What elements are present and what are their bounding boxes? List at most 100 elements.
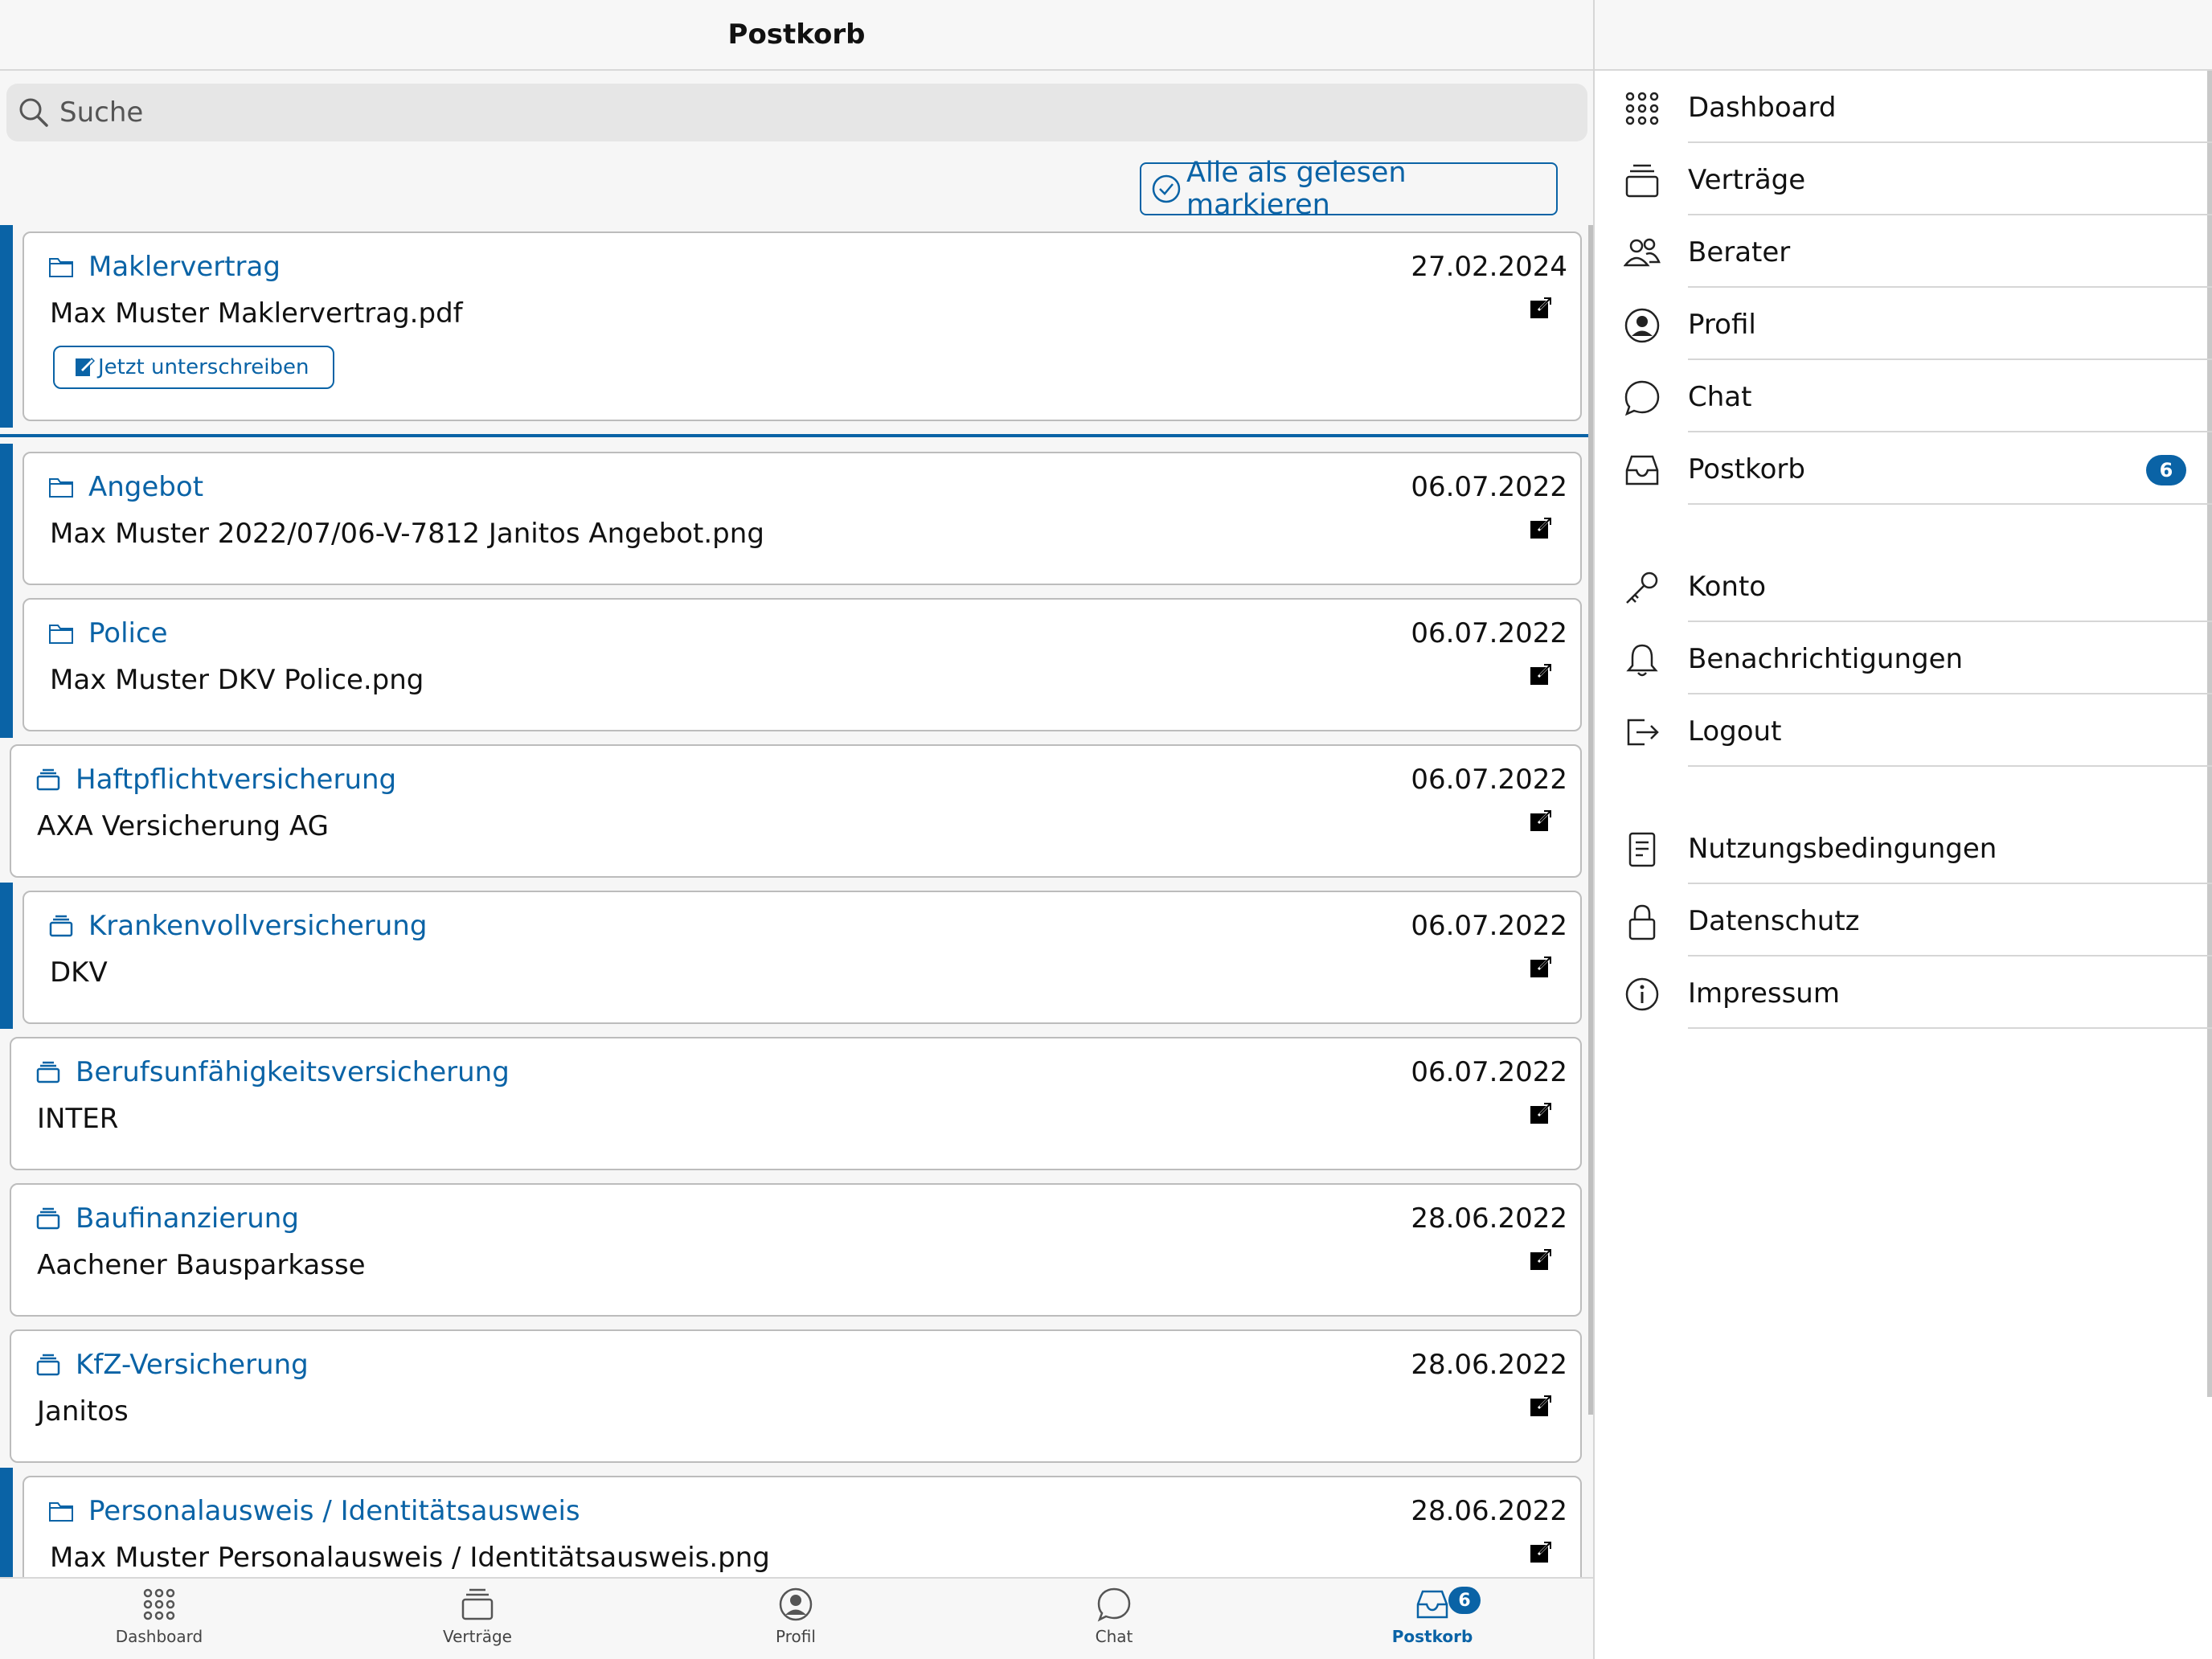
mark-all-read-button[interactable]: Alle als gelesen markieren [1140, 157, 1558, 221]
message-card[interactable]: Maklervertrag Max Muster Maklervertrag.p… [23, 231, 1582, 421]
message-category: Angebot [88, 471, 204, 503]
menu-item-nutzungsbedingungen[interactable]: Nutzungsbedingungen [1595, 812, 2212, 884]
contract-stack-icon [49, 915, 73, 937]
menu-item-chat[interactable]: Chat [1595, 360, 2212, 432]
message-card[interactable]: Police Max Muster DKV Police.png 06.07.2… [23, 598, 1582, 731]
inbox-icon [1416, 1590, 1448, 1619]
menu-item-logout[interactable]: Logout [1595, 694, 2212, 767]
message-subtitle: Max Muster Maklervertrag.pdf [50, 297, 463, 330]
unread-indicator [0, 883, 13, 1029]
chat-icon [1097, 1587, 1131, 1622]
grid-icon [1625, 92, 1659, 125]
message-category: Police [88, 617, 168, 649]
external-link-icon[interactable] [1529, 809, 1553, 833]
menu-item-berater[interactable]: Berater [1595, 215, 2212, 288]
menu-label: Profil [1688, 309, 1756, 341]
external-link-icon[interactable] [1529, 955, 1553, 979]
menu-label: Nutzungsbedingungen [1688, 833, 1997, 865]
unread-count-badge: 6 [2146, 455, 2186, 485]
bottom-tab-bar: Dashboard Verträge Profil Chat 6 Postkor… [0, 1577, 1593, 1659]
check-circle-icon [1152, 174, 1181, 203]
tab-badge: 6 [1448, 1587, 1481, 1614]
message-date: 06.07.2022 [1411, 1056, 1567, 1088]
menu-item-profil[interactable]: Profil [1595, 288, 2212, 360]
tab-postkorb[interactable]: 6 Postkorb [1273, 1587, 1591, 1659]
sign-now-button[interactable]: Jetzt unterschreiben [53, 346, 334, 389]
tab-chat[interactable]: Chat [955, 1587, 1273, 1659]
message-list: Maklervertrag Max Muster Maklervertrag.p… [0, 225, 1593, 1577]
menu-label: Chat [1688, 381, 1752, 413]
message-card[interactable]: Baufinanzierung Aachener Bausparkasse 28… [10, 1183, 1582, 1317]
message-category: Personalausweis / Identitätsausweis [88, 1495, 580, 1527]
message-subtitle: Janitos [37, 1395, 129, 1428]
message-card[interactable]: Haftpflichtversicherung AXA Versicherung… [10, 744, 1582, 878]
message-date: 28.06.2022 [1411, 1349, 1567, 1381]
signature-icon [76, 357, 95, 376]
tab-label: Dashboard [115, 1627, 203, 1646]
message-card[interactable]: Krankenvollversicherung DKV 06.07.2022 [23, 891, 1582, 1024]
bell-icon [1626, 644, 1658, 677]
unread-indicator [0, 225, 13, 428]
search-bar[interactable] [6, 84, 1587, 141]
message-date: 06.07.2022 [1411, 471, 1567, 503]
logout-icon [1627, 719, 1659, 746]
tab-label: Postkorb [1391, 1627, 1473, 1646]
grid-icon [143, 1588, 175, 1620]
menu-label: Postkorb [1688, 453, 1805, 485]
unread-indicator [0, 444, 13, 738]
sign-now-label: Jetzt unterschreiben [98, 355, 309, 379]
menu-item-postkorb[interactable]: Postkorb 6 [1595, 432, 2212, 505]
contract-stack-icon [1625, 164, 1659, 198]
message-category: Maklervertrag [88, 251, 281, 283]
message-subtitle: DKV [50, 956, 108, 989]
folder-icon [49, 258, 73, 277]
menu-item-benachrichtigungen[interactable]: Benachrichtigungen [1595, 622, 2212, 694]
external-link-icon[interactable] [1529, 662, 1553, 686]
menu-label: Verträge [1688, 164, 1806, 196]
external-link-icon[interactable] [1529, 1247, 1553, 1272]
menu-item-konto[interactable]: Konto [1595, 550, 2212, 622]
message-subtitle: AXA Versicherung AG [37, 810, 329, 842]
menu-label: Logout [1688, 715, 1782, 748]
inbox-icon [1625, 455, 1659, 485]
message-subtitle: INTER [37, 1103, 119, 1135]
external-link-icon[interactable] [1529, 1101, 1553, 1125]
tab-vertraege[interactable]: Verträge [318, 1587, 637, 1659]
chat-icon [1624, 380, 1660, 416]
folder-icon [49, 625, 73, 644]
message-category: Berufsunfähigkeitsversicherung [76, 1056, 510, 1088]
message-date: 06.07.2022 [1411, 764, 1567, 796]
message-category: Haftpflichtversicherung [76, 764, 397, 796]
tab-profil[interactable]: Profil [637, 1587, 955, 1659]
search-input[interactable] [59, 96, 1506, 129]
menu-item-impressum[interactable]: Impressum [1595, 956, 2212, 1029]
external-link-icon[interactable] [1529, 296, 1553, 320]
side-menu-header [1595, 0, 2212, 71]
message-date: 27.02.2024 [1411, 251, 1567, 283]
menu-item-vertraege[interactable]: Verträge [1595, 143, 2212, 215]
message-category: KfZ-Versicherung [76, 1349, 309, 1381]
tab-label: Profil [776, 1627, 816, 1646]
menu-label: Dashboard [1688, 92, 1837, 124]
menu-label: Impressum [1688, 977, 1840, 1010]
folder-icon [49, 478, 73, 498]
search-icon [19, 98, 48, 127]
external-link-icon[interactable] [1529, 516, 1553, 540]
profile-icon [1624, 308, 1660, 343]
message-card[interactable]: Personalausweis / Identitätsausweis Max … [23, 1476, 1582, 1577]
message-card[interactable]: Angebot Max Muster 2022/07/06-V-7812 Jan… [23, 452, 1582, 585]
divider [1688, 765, 2212, 767]
message-card[interactable]: KfZ-Versicherung Janitos 28.06.2022 [10, 1329, 1582, 1463]
external-link-icon[interactable] [1529, 1540, 1553, 1564]
external-link-icon[interactable] [1529, 1394, 1553, 1418]
menu-item-dashboard[interactable]: Dashboard [1595, 71, 2212, 143]
menu-item-datenschutz[interactable]: Datenschutz [1595, 884, 2212, 956]
tab-dashboard[interactable]: Dashboard [0, 1587, 318, 1659]
contract-stack-icon [461, 1588, 494, 1620]
divider [1688, 503, 2212, 505]
message-subtitle: Aachener Bausparkasse [37, 1249, 366, 1281]
message-date: 06.07.2022 [1411, 910, 1567, 942]
message-date: 28.06.2022 [1411, 1495, 1567, 1527]
tab-label: Chat [1095, 1627, 1133, 1646]
message-card[interactable]: Berufsunfähigkeitsversicherung INTER 06.… [10, 1037, 1582, 1170]
